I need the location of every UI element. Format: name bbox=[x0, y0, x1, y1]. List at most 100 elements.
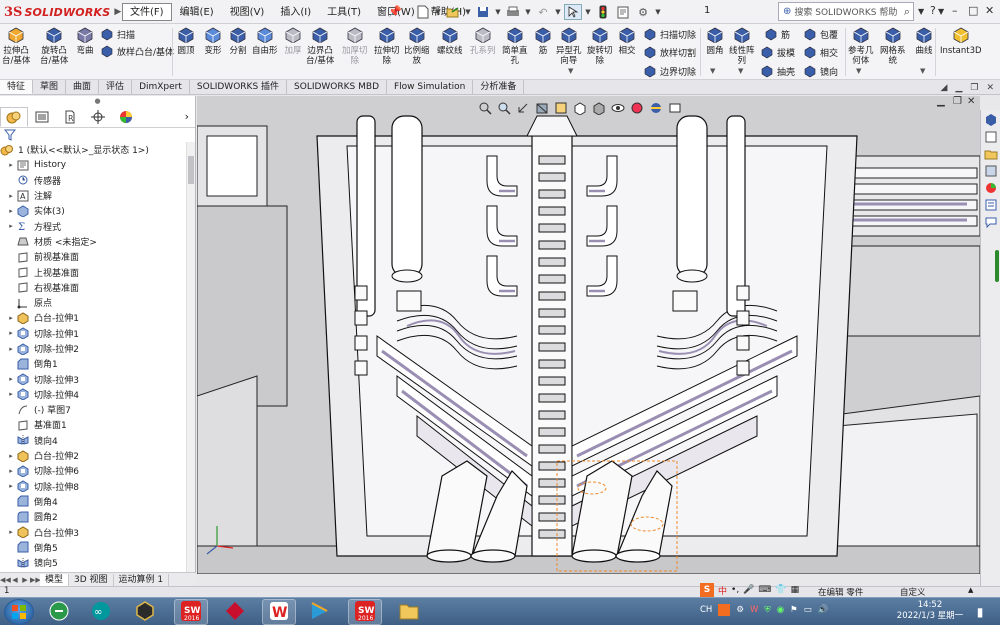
solidworks-logo[interactable]: 3S SOLIDWORKS ▶ bbox=[4, 3, 121, 21]
command-dropdown-icon[interactable]: ▼ bbox=[856, 67, 861, 75]
zoom-area-icon[interactable] bbox=[496, 100, 512, 116]
panel-expand-chevron-icon[interactable]: › bbox=[185, 110, 189, 123]
tree-expand-icon[interactable]: ▸ bbox=[6, 482, 16, 490]
property-manager-tab[interactable] bbox=[28, 107, 56, 127]
cmd-thicken-cut-button[interactable]: 加厚切 除 bbox=[342, 26, 368, 66]
command-dropdown-icon[interactable]: ▼ bbox=[710, 67, 715, 75]
cmd-hole-series-button[interactable]: 孔系列 bbox=[470, 26, 496, 56]
cmd-instant3d-button[interactable]: Instant3D bbox=[940, 26, 982, 56]
tree-expand-icon[interactable]: ▸ bbox=[6, 467, 16, 475]
tree-item[interactable]: 镜向4 bbox=[0, 433, 195, 448]
cmd-intersect-button[interactable]: 相交 bbox=[617, 26, 637, 56]
new-document-icon[interactable] bbox=[414, 4, 432, 20]
tree-item[interactable]: (-) 草图7 bbox=[0, 402, 195, 417]
cmd-revolve-boss-button[interactable]: 旋转凸 台/基体 bbox=[40, 26, 68, 66]
menu-item-3[interactable]: 插入(I) bbox=[272, 3, 319, 21]
taskbar-ie[interactable] bbox=[42, 599, 76, 625]
cmd-scale-button[interactable]: 比例缩 放 bbox=[404, 26, 430, 66]
file-explorer-icon[interactable] bbox=[984, 147, 998, 161]
dynamic-annotation-icon[interactable] bbox=[553, 100, 569, 116]
tab-ribbon-toggle-icon[interactable]: ◢ bbox=[941, 83, 948, 93]
open-folder-icon[interactable] bbox=[444, 4, 462, 20]
tree-item[interactable]: ▸ 切除-拉伸4 bbox=[0, 387, 195, 402]
tree-item[interactable]: ▸ A 注解 bbox=[0, 188, 195, 203]
tree-expand-icon[interactable]: ▸ bbox=[6, 207, 16, 215]
cmd-lofted-cut-small-button[interactable]: 放样切割 bbox=[643, 45, 696, 59]
tree-scrollbar-thumb[interactable] bbox=[188, 156, 194, 184]
print-icon[interactable] bbox=[504, 4, 522, 20]
taskbar-solidworks-2016[interactable]: SW 2016 bbox=[174, 599, 208, 625]
tree-item[interactable]: 材质 <未指定> bbox=[0, 234, 195, 249]
maximize-button[interactable]: □ bbox=[968, 4, 978, 17]
cmd-mirror-small-button[interactable]: 镜向 bbox=[803, 64, 838, 78]
cmd-fillet-button[interactable]: 圆角 bbox=[705, 26, 725, 56]
tree-item[interactable]: 右视基准面 bbox=[0, 280, 195, 295]
search-dropdown-icon[interactable]: ▼ bbox=[918, 7, 924, 16]
cmd-thread-button[interactable]: 螺纹线 bbox=[437, 26, 463, 56]
zoom-to-fit-icon[interactable] bbox=[477, 100, 493, 116]
cmd-rib-small-button[interactable]: 筋 bbox=[764, 27, 790, 41]
tab-0[interactable]: 特征 bbox=[0, 80, 34, 94]
cmd-sweep-small-button[interactable]: 扫描 bbox=[100, 27, 135, 41]
tab-3d-view[interactable]: 3D 视图 bbox=[69, 573, 114, 586]
tray-volume-icon[interactable]: 🔊 bbox=[818, 605, 829, 615]
doc-minimize-icon[interactable]: ▁ bbox=[955, 83, 962, 93]
tree-expand-icon[interactable]: ▸ bbox=[6, 375, 16, 383]
cmd-freeform-button[interactable]: 自由形 bbox=[252, 26, 278, 56]
cmd-revolve-cut-button[interactable]: 旋转切 除 bbox=[587, 26, 613, 66]
tree-item[interactable]: 倒角5 bbox=[0, 540, 195, 555]
pin-menu-icon[interactable]: 📌 bbox=[388, 5, 402, 18]
cmd-simple-hole-button[interactable]: 简单直 孔 bbox=[502, 26, 528, 66]
task-pane-scroll-indicator[interactable] bbox=[995, 250, 999, 282]
taskbar-wps[interactable]: W bbox=[262, 599, 296, 625]
cmd-swept-cut-small-button[interactable]: 扫描切除 bbox=[643, 27, 696, 41]
design-library-icon[interactable] bbox=[984, 130, 998, 144]
section-view-icon[interactable] bbox=[534, 100, 550, 116]
tree-item[interactable]: 倒角1 bbox=[0, 356, 195, 371]
rebuild-traffic-light-icon[interactable] bbox=[594, 4, 612, 20]
cmd-thicken-button[interactable]: 加厚 bbox=[283, 26, 303, 56]
hide-show-items-icon[interactable] bbox=[610, 100, 626, 116]
cmd-draft-small-button[interactable]: 拔模 bbox=[760, 45, 795, 59]
tree-expand-icon[interactable]: ▸ bbox=[6, 528, 16, 536]
tab-4[interactable]: DimXpert bbox=[132, 80, 190, 94]
keyboard-icon[interactable]: ⌨ bbox=[758, 585, 771, 595]
tray-sogou-icon[interactable] bbox=[718, 604, 731, 616]
cmd-extrude-boss-button[interactable]: 拉伸凸 台/基体 bbox=[2, 26, 30, 66]
display-style-icon[interactable] bbox=[591, 100, 607, 116]
tab-model[interactable]: 模型 bbox=[40, 573, 70, 586]
help-button[interactable]: ? bbox=[930, 4, 936, 17]
viewport-minimize-icon[interactable]: ▁ bbox=[937, 96, 945, 107]
cmd-shell-small-button[interactable]: 抽壳 bbox=[760, 64, 795, 78]
tray-network-icon[interactable]: ⚙ bbox=[736, 605, 744, 615]
cmd-intersect-small-button[interactable]: 相交 bbox=[803, 45, 838, 59]
cmd-linear-pattern-button[interactable]: 线性阵 列 bbox=[729, 26, 755, 66]
tree-expand-icon[interactable]: ▸ bbox=[6, 192, 16, 200]
first-tab-nav-icon[interactable]: ◀◀ bbox=[0, 576, 11, 584]
input-language[interactable]: CH bbox=[700, 605, 712, 615]
open-dropdown-icon[interactable]: ▼ bbox=[464, 4, 472, 20]
tree-item[interactable]: ▸ 切除-拉伸8 bbox=[0, 479, 195, 494]
command-dropdown-icon[interactable]: ▼ bbox=[920, 67, 925, 75]
doc-close-icon[interactable]: ✕ bbox=[986, 83, 994, 93]
microphone-icon[interactable]: 🎤 bbox=[743, 585, 754, 595]
dimxpert-manager-tab[interactable] bbox=[84, 107, 112, 127]
prev-tab-nav-icon[interactable]: ◀ bbox=[10, 576, 20, 584]
cmd-boundary-cut-small-button[interactable]: 边界切除 bbox=[643, 64, 696, 78]
forum-icon[interactable] bbox=[984, 215, 998, 229]
tray-antivirus-icon[interactable]: ⛨ bbox=[764, 605, 770, 615]
tree-expand-icon[interactable]: ▸ bbox=[6, 314, 16, 322]
search-icon[interactable]: ⌕ bbox=[904, 5, 910, 19]
tree-item[interactable]: ▸ 凸台-拉伸1 bbox=[0, 310, 195, 325]
filter-funnel-icon[interactable] bbox=[4, 129, 16, 141]
tree-item[interactable]: ▸ 切除-拉伸6 bbox=[0, 463, 195, 478]
taskbar-gold-app[interactable] bbox=[128, 599, 162, 625]
viewport-restore-icon[interactable]: ❐ bbox=[953, 96, 962, 107]
tree-item[interactable]: ▸ History bbox=[0, 157, 195, 172]
tree-item[interactable]: ▸ 凸台-拉伸2 bbox=[0, 448, 195, 463]
tree-expand-icon[interactable]: ▸ bbox=[6, 329, 16, 337]
tree-item[interactable]: ▸ Σ 方程式 bbox=[0, 218, 195, 233]
tab-3[interactable]: 评估 bbox=[99, 80, 133, 94]
tree-item[interactable]: ▸ 切除-拉伸2 bbox=[0, 341, 195, 356]
cmd-extrude-cut-button[interactable]: 拉伸切 除 bbox=[374, 26, 400, 66]
